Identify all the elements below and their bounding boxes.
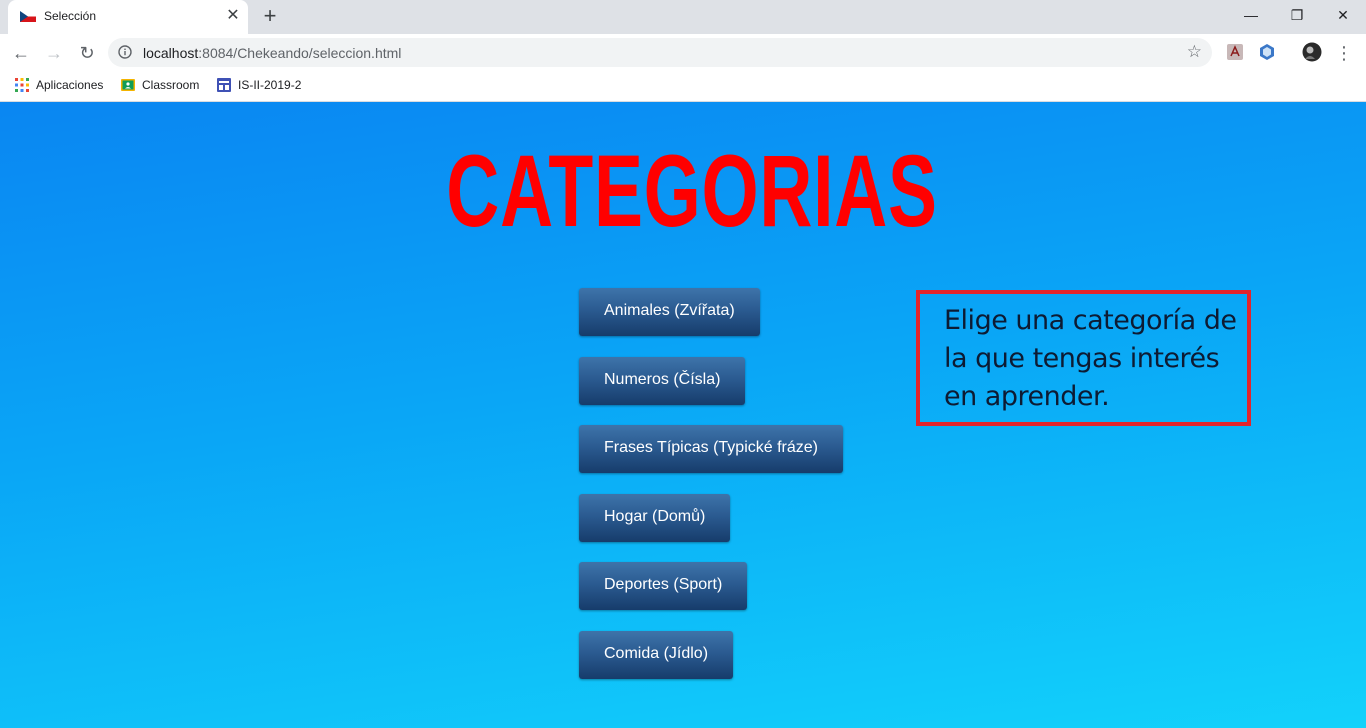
category-button-hogar[interactable]: Hogar (Domů) — [579, 494, 731, 542]
new-tab-button[interactable]: + — [258, 5, 282, 29]
bookmark-classroom[interactable]: Classroom — [120, 77, 199, 95]
bookmark-label: Classroom — [142, 78, 200, 92]
pdf-extension-icon[interactable] — [1226, 43, 1244, 61]
profile-avatar-icon[interactable] — [1302, 42, 1322, 62]
category-button-comida[interactable]: Comida (Jídlo) — [579, 631, 734, 679]
cube-extension-icon[interactable] — [1258, 43, 1276, 61]
tab-title: Selección — [44, 9, 97, 23]
tab-strip: Selección ✕ + — ❐ ✕ — [0, 0, 1366, 34]
back-arrow-icon[interactable]: ← — [8, 40, 34, 66]
category-button-animales[interactable]: Animales (Zvířata) — [579, 288, 760, 336]
czech-flag-icon — [20, 11, 36, 22]
info-icon — [118, 45, 132, 59]
page-title: CATEGORIAS — [446, 134, 938, 248]
close-icon[interactable]: ✕ — [224, 7, 242, 25]
bookmark-star-icon[interactable]: ☆ — [1187, 42, 1202, 62]
minimize-icon[interactable]: — — [1228, 0, 1274, 30]
address-bar[interactable]: localhost:8084/Chekeando/seleccion.html … — [108, 38, 1212, 67]
forward-arrow-icon[interactable]: → — [41, 40, 67, 66]
site-favicon-icon — [217, 78, 231, 92]
restore-icon[interactable]: ❐ — [1274, 0, 1320, 30]
bookmark-is-ii-2019-2[interactable]: IS-II-2019-2 — [216, 77, 301, 95]
category-button-frases-tipicas[interactable]: Frases Típicas (Typické fráze) — [579, 425, 843, 473]
page-content: CATEGORIAS Animales (Zvířata) Numeros (Č… — [0, 102, 1366, 728]
browser-toolbar: ← → ↻ localhost:8084/Chekeando/seleccion… — [0, 34, 1366, 71]
apps-grid-icon — [15, 78, 29, 92]
category-button-numeros[interactable]: Numeros (Čísla) — [579, 357, 746, 405]
reload-icon[interactable]: ↻ — [74, 40, 100, 66]
bookmarks-bar: Aplicaciones Classroom IS-II-2019-2 — [0, 71, 1366, 102]
bookmark-aplicaciones[interactable]: Aplicaciones — [14, 77, 103, 95]
menu-dots-icon[interactable]: ⋮ — [1331, 40, 1357, 66]
bookmark-label: IS-II-2019-2 — [238, 78, 302, 92]
classroom-icon — [121, 79, 135, 91]
bookmark-label: Aplicaciones — [36, 78, 104, 92]
url-text[interactable]: localhost:8084/Chekeando/seleccion.html — [143, 45, 401, 61]
category-button-deportes[interactable]: Deportes (Sport) — [579, 562, 748, 610]
instruction-text: Elige una categoría de la que tengas int… — [944, 305, 1237, 412]
browser-tab[interactable]: Selección ✕ — [8, 0, 248, 34]
instruction-box: Elige una categoría de la que tengas int… — [916, 290, 1251, 426]
window-close-icon[interactable]: ✕ — [1320, 0, 1366, 30]
